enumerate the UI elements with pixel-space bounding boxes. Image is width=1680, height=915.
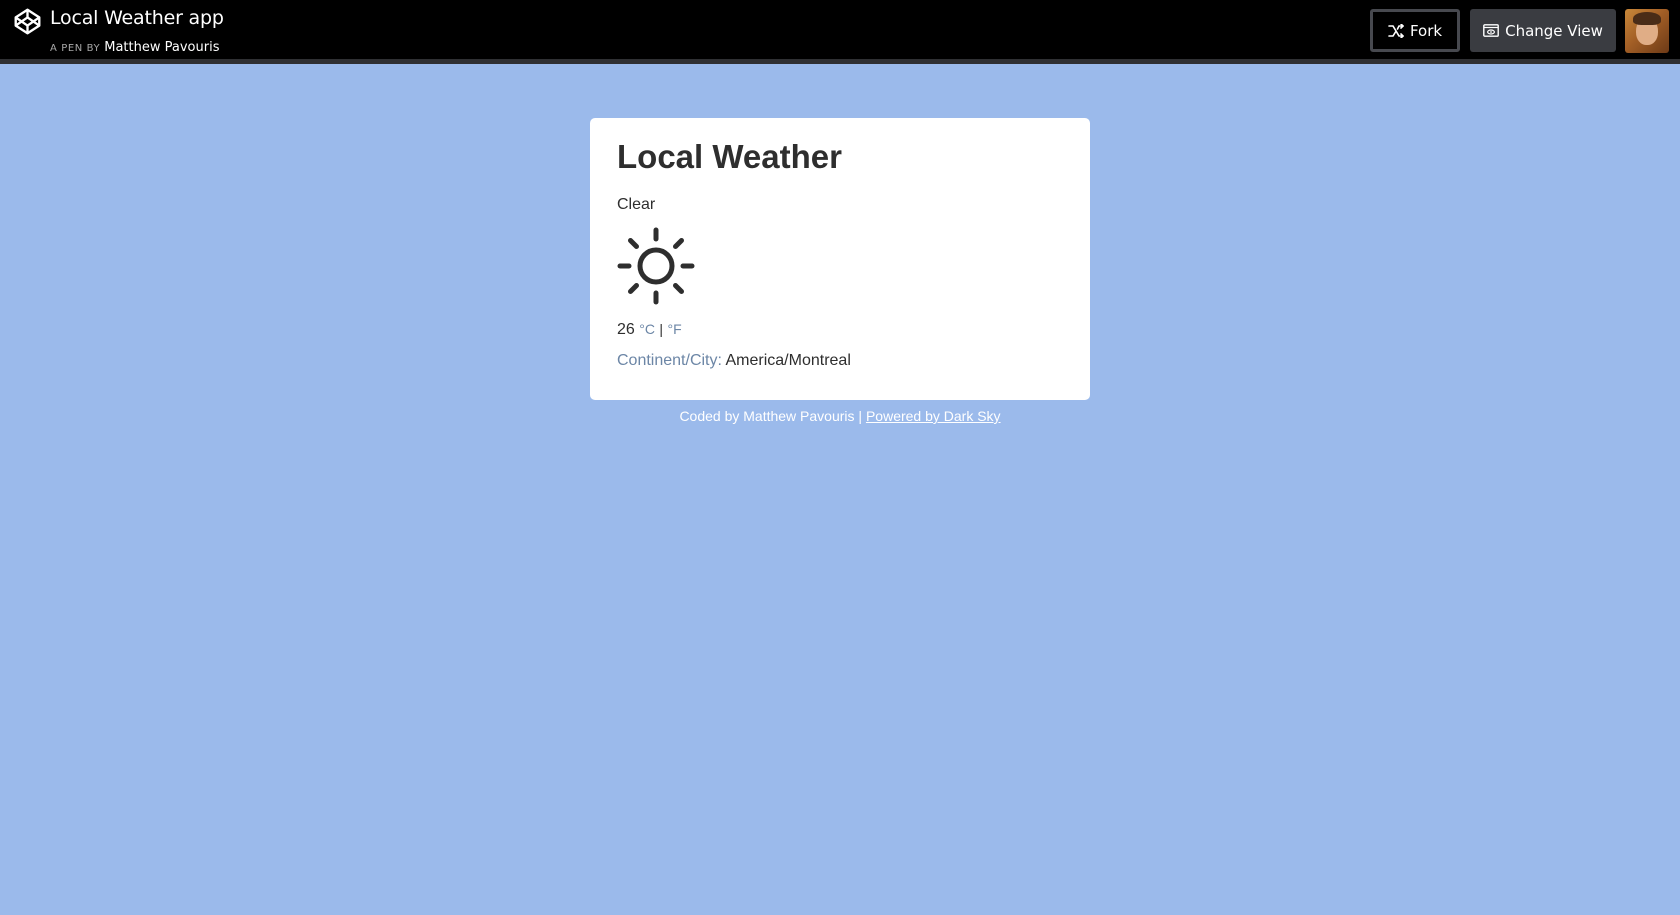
codepen-logo-icon[interactable] — [13, 7, 42, 36]
avatar-hair — [1633, 12, 1661, 25]
fork-label: Fork — [1409, 21, 1443, 40]
fork-button[interactable]: Fork — [1370, 9, 1460, 52]
user-avatar[interactable] — [1625, 9, 1669, 53]
celsius-toggle[interactable]: °C — [639, 321, 655, 337]
author-link[interactable]: Matthew Pavouris — [104, 40, 219, 55]
location-value: America/Montreal — [725, 352, 851, 369]
codepen-header: Local Weather app A PEN BY Matthew Pavour… — [0, 0, 1680, 64]
unit-separator: | — [659, 321, 664, 337]
temperature-row: 26 °C | °F — [617, 321, 682, 339]
dark-sky-link[interactable]: Powered by Dark Sky — [866, 408, 1001, 424]
fahrenheit-toggle[interactable]: °F — [668, 321, 682, 337]
weather-card: Local Weather Clear 26 °C | °F Continent… — [590, 118, 1090, 400]
change-view-button[interactable]: Change View — [1470, 9, 1616, 52]
location-row: Continent/City: America/Montreal — [617, 352, 851, 370]
byline-label: A PEN BY — [50, 43, 101, 54]
footer: Coded by Matthew Pavouris | Powered by D… — [0, 408, 1680, 424]
footer-credit: Coded by Matthew Pavouris | — [679, 408, 863, 424]
weather-condition: Clear — [617, 196, 656, 213]
weather-title: Local Weather — [617, 138, 842, 175]
pen-byline: A PEN BY Matthew Pavouris — [50, 36, 219, 55]
temperature-value: 26 — [617, 321, 635, 338]
pen-title: Local Weather app — [50, 7, 224, 29]
fork-icon — [1388, 23, 1404, 38]
sun-icon — [617, 227, 695, 305]
location-label: Continent/City: — [617, 352, 722, 369]
change-view-label: Change View — [1505, 21, 1603, 40]
change-view-icon — [1483, 24, 1499, 37]
